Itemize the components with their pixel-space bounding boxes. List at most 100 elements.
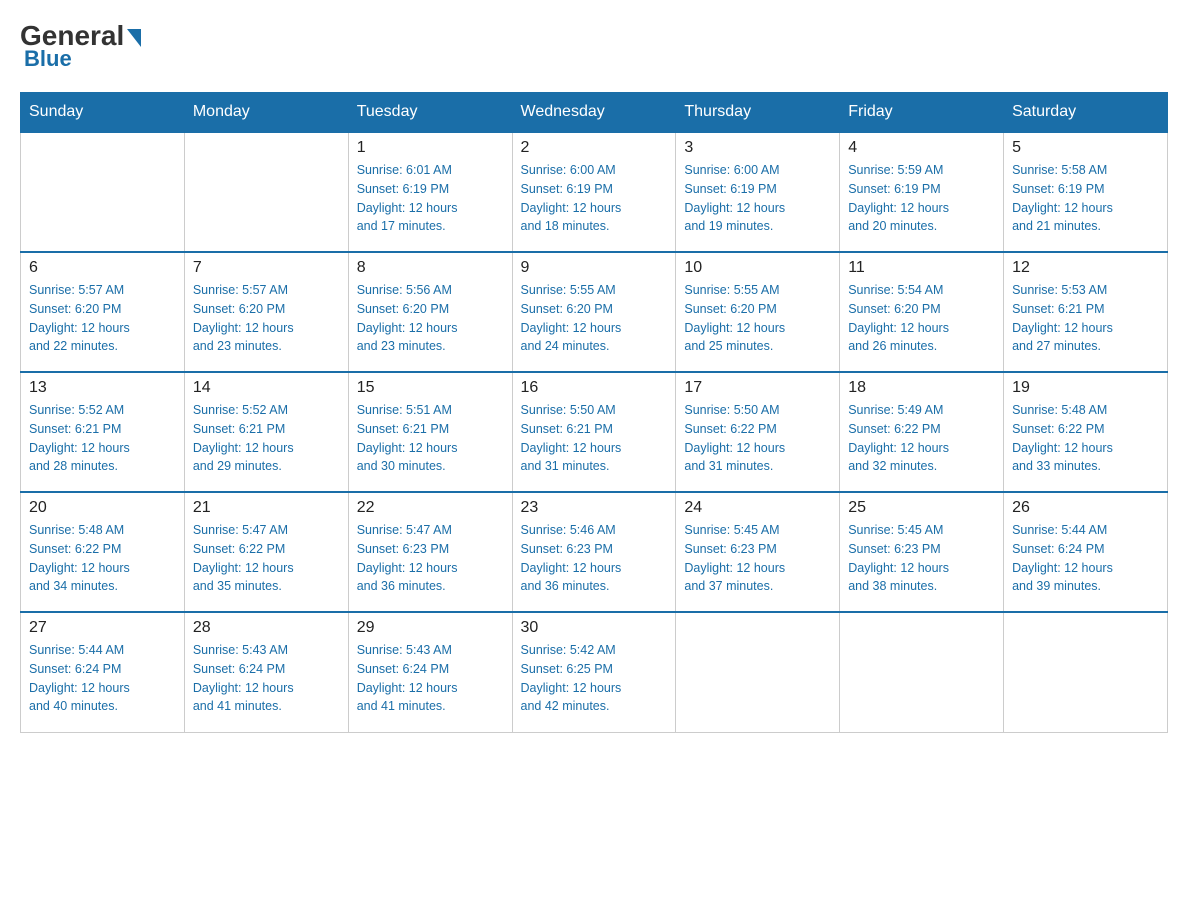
calendar-cell: 28 Sunrise: 5:43 AMSunset: 6:24 PMDayligh… [184, 612, 348, 732]
calendar-cell: 13 Sunrise: 5:52 AMSunset: 6:21 PMDayligh… [21, 372, 185, 492]
day-number: 15 [357, 379, 504, 397]
day-number: 29 [357, 619, 504, 637]
calendar-cell [184, 132, 348, 252]
day-number: 28 [193, 619, 340, 637]
calendar-cell: 26 Sunrise: 5:44 AMSunset: 6:24 PMDayligh… [1004, 492, 1168, 612]
day-info: Sunrise: 5:49 AMSunset: 6:22 PMDaylight:… [848, 401, 995, 476]
calendar-cell: 8 Sunrise: 5:56 AMSunset: 6:20 PMDaylight… [348, 252, 512, 372]
calendar-cell: 9 Sunrise: 5:55 AMSunset: 6:20 PMDaylight… [512, 252, 676, 372]
calendar-cell: 1 Sunrise: 6:01 AMSunset: 6:19 PMDaylight… [348, 132, 512, 252]
day-info: Sunrise: 6:00 AMSunset: 6:19 PMDaylight:… [521, 161, 668, 236]
day-info: Sunrise: 5:51 AMSunset: 6:21 PMDaylight:… [357, 401, 504, 476]
day-info: Sunrise: 5:45 AMSunset: 6:23 PMDaylight:… [684, 521, 831, 596]
logo-blue-text: Blue [24, 46, 72, 72]
calendar-header-thursday: Thursday [676, 93, 840, 133]
day-number: 3 [684, 139, 831, 157]
day-number: 14 [193, 379, 340, 397]
day-info: Sunrise: 6:01 AMSunset: 6:19 PMDaylight:… [357, 161, 504, 236]
day-number: 24 [684, 499, 831, 517]
calendar-cell: 25 Sunrise: 5:45 AMSunset: 6:23 PMDayligh… [840, 492, 1004, 612]
day-info: Sunrise: 5:43 AMSunset: 6:24 PMDaylight:… [357, 641, 504, 716]
day-info: Sunrise: 5:57 AMSunset: 6:20 PMDaylight:… [29, 281, 176, 356]
day-info: Sunrise: 5:52 AMSunset: 6:21 PMDaylight:… [193, 401, 340, 476]
day-number: 21 [193, 499, 340, 517]
day-info: Sunrise: 5:56 AMSunset: 6:20 PMDaylight:… [357, 281, 504, 356]
calendar-cell: 5Sunrise: 5:58 AMSunset: 6:19 PMDaylight… [1004, 132, 1168, 252]
calendar-header-saturday: Saturday [1004, 93, 1168, 133]
day-number: 23 [521, 499, 668, 517]
day-number: 7 [193, 259, 340, 277]
calendar-header-friday: Friday [840, 93, 1004, 133]
day-info: Sunrise: 5:54 AMSunset: 6:20 PMDaylight:… [848, 281, 995, 356]
day-info: Sunrise: 5:57 AMSunset: 6:20 PMDaylight:… [193, 281, 340, 356]
calendar-cell [1004, 612, 1168, 732]
day-info: Sunrise: 5:53 AMSunset: 6:21 PMDaylight:… [1012, 281, 1159, 356]
day-info: Sunrise: 5:52 AMSunset: 6:21 PMDaylight:… [29, 401, 176, 476]
day-number: 19 [1012, 379, 1159, 397]
calendar-cell: 19 Sunrise: 5:48 AMSunset: 6:22 PMDayligh… [1004, 372, 1168, 492]
calendar-cell: 3 Sunrise: 6:00 AMSunset: 6:19 PMDaylight… [676, 132, 840, 252]
day-number: 2 [521, 139, 668, 157]
day-number: 12 [1012, 259, 1159, 277]
day-info: Sunrise: 5:50 AMSunset: 6:22 PMDaylight:… [684, 401, 831, 476]
day-info: Sunrise: 5:45 AMSunset: 6:23 PMDaylight:… [848, 521, 995, 596]
logo-arrow-icon [127, 29, 141, 47]
day-number: 30 [521, 619, 668, 637]
day-info: Sunrise: 5:46 AMSunset: 6:23 PMDaylight:… [521, 521, 668, 596]
calendar-cell: 4 Sunrise: 5:59 AMSunset: 6:19 PMDaylight… [840, 132, 1004, 252]
calendar-cell: 2 Sunrise: 6:00 AMSunset: 6:19 PMDaylight… [512, 132, 676, 252]
calendar-cell: 12 Sunrise: 5:53 AMSunset: 6:21 PMDayligh… [1004, 252, 1168, 372]
day-number: 11 [848, 259, 995, 277]
calendar-cell [840, 612, 1004, 732]
page-header: General Blue [20, 20, 1168, 72]
calendar-cell: 29 Sunrise: 5:43 AMSunset: 6:24 PMDayligh… [348, 612, 512, 732]
day-number: 16 [521, 379, 668, 397]
day-info: Sunrise: 5:48 AMSunset: 6:22 PMDaylight:… [29, 521, 176, 596]
day-info: Sunrise: 5:47 AMSunset: 6:22 PMDaylight:… [193, 521, 340, 596]
day-number: 17 [684, 379, 831, 397]
calendar-header-sunday: Sunday [21, 93, 185, 133]
calendar-header-monday: Monday [184, 93, 348, 133]
calendar-week-row: 13 Sunrise: 5:52 AMSunset: 6:21 PMDayligh… [21, 372, 1168, 492]
calendar-cell: 11 Sunrise: 5:54 AMSunset: 6:20 PMDayligh… [840, 252, 1004, 372]
day-info: Sunrise: 5:48 AMSunset: 6:22 PMDaylight:… [1012, 401, 1159, 476]
calendar-cell: 21 Sunrise: 5:47 AMSunset: 6:22 PMDayligh… [184, 492, 348, 612]
calendar-cell: 14 Sunrise: 5:52 AMSunset: 6:21 PMDayligh… [184, 372, 348, 492]
calendar-week-row: 20Sunrise: 5:48 AMSunset: 6:22 PMDayligh… [21, 492, 1168, 612]
day-info: Sunrise: 6:00 AMSunset: 6:19 PMDaylight:… [684, 161, 831, 236]
day-info: Sunrise: 5:43 AMSunset: 6:24 PMDaylight:… [193, 641, 340, 716]
calendar-cell [676, 612, 840, 732]
day-info: Sunrise: 5:55 AMSunset: 6:20 PMDaylight:… [521, 281, 668, 356]
calendar-week-row: 27 Sunrise: 5:44 AMSunset: 6:24 PMDayligh… [21, 612, 1168, 732]
calendar-cell: 18Sunrise: 5:49 AMSunset: 6:22 PMDayligh… [840, 372, 1004, 492]
calendar-header-row: SundayMondayTuesdayWednesdayThursdayFrid… [21, 93, 1168, 133]
calendar-cell: 30 Sunrise: 5:42 AMSunset: 6:25 PMDayligh… [512, 612, 676, 732]
calendar-cell [21, 132, 185, 252]
day-info: Sunrise: 5:59 AMSunset: 6:19 PMDaylight:… [848, 161, 995, 236]
calendar-cell: 24 Sunrise: 5:45 AMSunset: 6:23 PMDayligh… [676, 492, 840, 612]
calendar-cell: 17 Sunrise: 5:50 AMSunset: 6:22 PMDayligh… [676, 372, 840, 492]
calendar-table: SundayMondayTuesdayWednesdayThursdayFrid… [20, 92, 1168, 733]
day-info: Sunrise: 5:44 AMSunset: 6:24 PMDaylight:… [29, 641, 176, 716]
day-number: 13 [29, 379, 176, 397]
calendar-cell: 20Sunrise: 5:48 AMSunset: 6:22 PMDayligh… [21, 492, 185, 612]
calendar-header-wednesday: Wednesday [512, 93, 676, 133]
day-info: Sunrise: 5:42 AMSunset: 6:25 PMDaylight:… [521, 641, 668, 716]
day-number: 25 [848, 499, 995, 517]
day-info: Sunrise: 5:44 AMSunset: 6:24 PMDaylight:… [1012, 521, 1159, 596]
day-number: 5 [1012, 139, 1159, 157]
day-number: 27 [29, 619, 176, 637]
calendar-cell: 15 Sunrise: 5:51 AMSunset: 6:21 PMDayligh… [348, 372, 512, 492]
day-info: Sunrise: 5:55 AMSunset: 6:20 PMDaylight:… [684, 281, 831, 356]
calendar-cell: 16Sunrise: 5:50 AMSunset: 6:21 PMDayligh… [512, 372, 676, 492]
day-number: 22 [357, 499, 504, 517]
day-number: 26 [1012, 499, 1159, 517]
day-number: 8 [357, 259, 504, 277]
day-number: 10 [684, 259, 831, 277]
day-number: 4 [848, 139, 995, 157]
calendar-header-tuesday: Tuesday [348, 93, 512, 133]
day-number: 9 [521, 259, 668, 277]
calendar-cell: 7 Sunrise: 5:57 AMSunset: 6:20 PMDaylight… [184, 252, 348, 372]
calendar-cell: 23 Sunrise: 5:46 AMSunset: 6:23 PMDayligh… [512, 492, 676, 612]
day-number: 1 [357, 139, 504, 157]
